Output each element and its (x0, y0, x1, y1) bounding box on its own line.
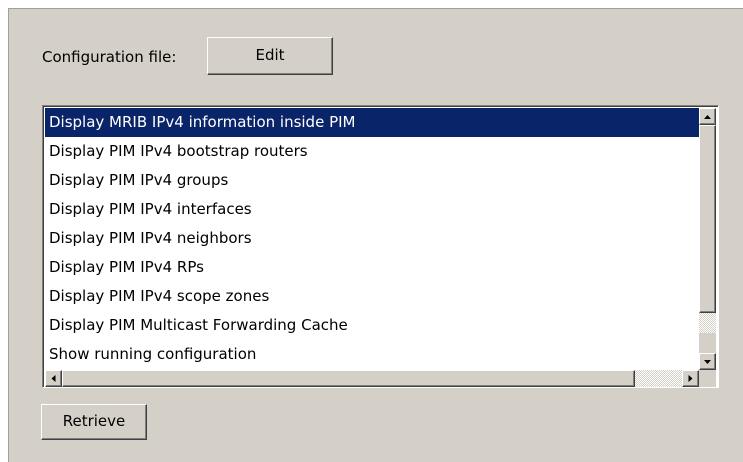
list-item[interactable]: Display MRIB IPv4 information inside PIM (45, 108, 699, 137)
horizontal-scrollbar[interactable] (45, 370, 699, 387)
command-panel: Configuration file: Edit Display MRIB IP… (8, 8, 743, 462)
retrieve-button[interactable]: Retrieve (41, 404, 147, 440)
command-list: Display MRIB IPv4 information inside PIM… (45, 108, 699, 372)
scroll-down-button[interactable] (699, 353, 716, 370)
list-item[interactable]: Display PIM IPv4 bootstrap routers (45, 137, 699, 166)
scroll-left-button[interactable] (45, 370, 62, 387)
vertical-scroll-thumb[interactable] (699, 125, 716, 313)
triangle-right-icon (688, 375, 693, 382)
triangle-left-icon (51, 375, 56, 382)
edit-button[interactable]: Edit (207, 37, 333, 75)
configuration-file-label: Configuration file: (42, 48, 177, 66)
command-listbox[interactable]: Display MRIB IPv4 information inside PIM… (42, 105, 719, 388)
list-item[interactable]: Display PIM IPv4 RPs (45, 253, 699, 282)
vertical-scroll-track[interactable] (699, 313, 716, 333)
scroll-up-button[interactable] (699, 108, 716, 125)
scrollbar-corner (699, 370, 716, 387)
list-item[interactable]: Display PIM IPv4 groups (45, 166, 699, 195)
list-item[interactable]: Show running configuration (45, 340, 699, 369)
triangle-down-icon (704, 360, 711, 364)
list-item[interactable]: Display PIM Multicast Forwarding Cache (45, 311, 699, 340)
vertical-scrollbar[interactable] (699, 108, 716, 370)
horizontal-scroll-track[interactable] (635, 370, 682, 387)
list-item[interactable]: Display PIM IPv4 scope zones (45, 282, 699, 311)
list-item[interactable]: Display PIM IPv4 interfaces (45, 195, 699, 224)
list-item[interactable]: Display PIM IPv4 neighbors (45, 224, 699, 253)
horizontal-scroll-thumb[interactable] (62, 370, 635, 387)
scroll-right-button[interactable] (682, 370, 699, 387)
triangle-up-icon (704, 115, 711, 119)
